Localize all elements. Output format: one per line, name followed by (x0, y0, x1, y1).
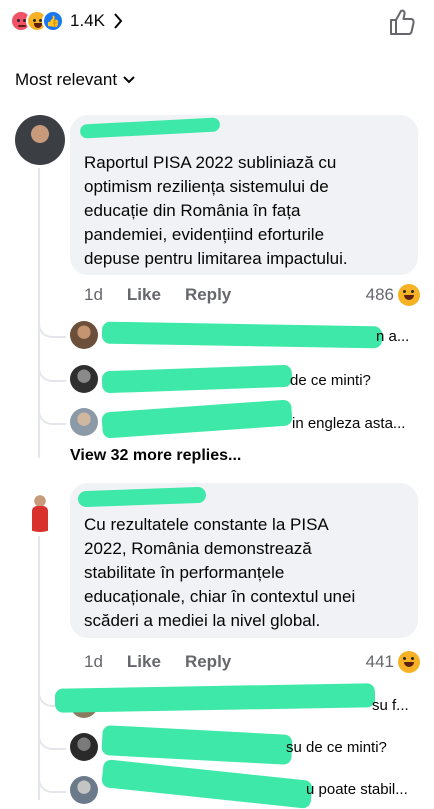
chevron-right-icon (114, 13, 123, 29)
reply-connector (38, 405, 66, 425)
haha-emoji-icon (398, 651, 420, 673)
like-link[interactable]: Like (127, 285, 161, 305)
reply-avatar[interactable] (70, 365, 98, 393)
like-link[interactable]: Like (127, 652, 161, 672)
comment-bubble[interactable]: Raportul PISA 2022 subliniază cu optimis… (70, 115, 418, 275)
reply-text: in engleza asta... (292, 415, 406, 432)
commenter-avatar[interactable] (15, 115, 65, 165)
sort-dropdown[interactable]: Most relevant (15, 70, 135, 90)
reply-text: u poate stabil... (306, 781, 408, 798)
reply-connector (38, 773, 66, 793)
reactions-summary[interactable]: 👍 1.4K (10, 8, 123, 34)
comment-time: 1d (84, 652, 103, 671)
reaction-count: 1.4K (70, 11, 105, 30)
redacted-reply (101, 759, 313, 809)
chevron-down-icon (123, 76, 135, 84)
comment-text: Cu rezultatele constante la PISA 2022, R… (84, 515, 356, 630)
redacted-name (77, 486, 207, 508)
reply-connector (38, 318, 66, 338)
reply-link[interactable]: Reply (185, 652, 231, 672)
like-button-icon[interactable] (386, 6, 418, 38)
reply-text: su f... (372, 697, 409, 714)
reply-link[interactable]: Reply (185, 285, 231, 305)
sort-label: Most relevant (15, 70, 118, 89)
reply-avatar[interactable] (70, 408, 98, 436)
comment-actions: 1d Like Reply (84, 285, 255, 305)
reply-avatar[interactable] (70, 321, 98, 349)
comment-reactions[interactable]: 441 (366, 651, 420, 673)
haha-emoji-icon (398, 284, 420, 306)
redacted-name (79, 117, 221, 139)
reply-text: su de ce minti? (286, 739, 387, 756)
comment-actions: 1d Like Reply (84, 652, 255, 672)
redacted-reply (101, 725, 293, 765)
comment-bubble[interactable]: Cu rezultatele constante la PISA 2022, R… (70, 483, 418, 638)
comment-reaction-count: 486 (365, 285, 394, 304)
comment-text: Raportul PISA 2022 subliniază cu optimis… (84, 153, 348, 268)
reply-text: de ce minti? (290, 372, 371, 389)
comment-time: 1d (84, 285, 103, 304)
reply-avatar[interactable] (70, 733, 98, 761)
reply-connector (38, 362, 66, 382)
like-emoji-icon: 👍 (42, 10, 64, 32)
comment-reactions[interactable]: 486 (366, 284, 420, 306)
reply-connector (38, 730, 66, 750)
comment-reaction-count: 441 (365, 652, 394, 671)
redacted-reply (101, 321, 383, 349)
redacted-reply (54, 683, 376, 713)
view-more-replies[interactable]: View 32 more replies... (70, 447, 241, 465)
thread-line (38, 536, 40, 800)
commenter-avatar[interactable] (15, 482, 65, 532)
redacted-reply (101, 399, 293, 439)
redacted-reply (101, 364, 293, 394)
reply-text: n a... (376, 328, 410, 345)
